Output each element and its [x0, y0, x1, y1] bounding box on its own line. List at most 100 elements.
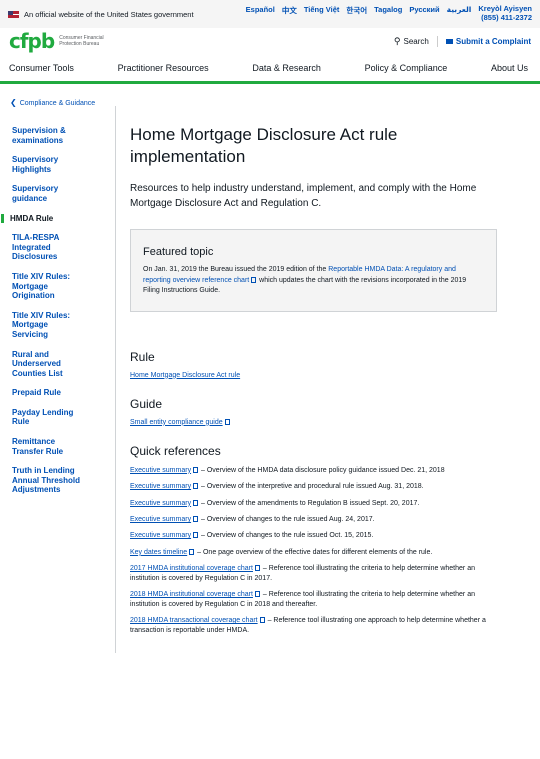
quick-ref-link[interactable]: Executive summary: [130, 516, 199, 523]
sidebar-item-payday-lending[interactable]: Payday Lending Rule: [10, 408, 86, 427]
document-icon: [193, 532, 199, 539]
sidebar-item-rural-counties[interactable]: Rural and Underserved Counties List: [10, 350, 86, 379]
guide-heading: Guide: [130, 396, 163, 411]
rule-link[interactable]: Home Mortgage Disclosure Act rule: [130, 372, 240, 379]
quick-references-section: Quick references Executive summary – Ove…: [130, 444, 497, 635]
guide-link[interactable]: Small entity compliance guide: [130, 418, 231, 426]
list-item: Executive summary – Overview of the inte…: [130, 482, 497, 491]
complaint-label: Submit a Complaint: [455, 36, 531, 46]
lang-link-spanish[interactable]: Español: [246, 5, 275, 14]
quick-ref-link[interactable]: Key dates timeline: [130, 548, 195, 556]
header-actions: ⚲ Search Submit a Complaint: [393, 35, 531, 47]
list-item: Executive summary – Overview of the HMDA…: [130, 466, 497, 475]
lang-link-arabic[interactable]: العربية: [447, 5, 472, 14]
lang-link-tagalog[interactable]: Tagalog: [374, 5, 402, 14]
page-layout: Supervision & examinations Supervisory H…: [0, 106, 540, 653]
sidebar-item-supervision[interactable]: Supervision & examinations: [10, 126, 86, 145]
quick-ref-link-label: Executive summary: [130, 516, 192, 523]
logo-text-line2: Protection Bureau: [59, 41, 100, 47]
sidebar-item-hmda-rule[interactable]: HMDA Rule: [1, 213, 86, 224]
quick-ref-desc: – Overview of changes to the rule issued…: [199, 532, 374, 540]
quick-ref-link-label: 2018 HMDA institutional coverage chart: [130, 591, 253, 599]
document-icon: [224, 418, 230, 425]
submit-complaint-button[interactable]: Submit a Complaint: [445, 36, 531, 46]
lang-link-vietnamese[interactable]: Tiếng Việt: [304, 5, 340, 14]
page-lead: Resources to help industry understand, i…: [130, 183, 477, 209]
list-item: Executive summary – Overview of the amen…: [130, 499, 497, 508]
quick-ref-link[interactable]: Executive summary: [130, 483, 199, 490]
document-icon: [193, 499, 199, 506]
search-label: Search: [403, 36, 429, 46]
quick-ref-link[interactable]: Executive summary: [130, 532, 199, 539]
document-icon: [259, 617, 265, 624]
rule-heading: Rule: [130, 349, 155, 364]
phone-number: (855) 411-2372: [481, 13, 532, 22]
quick-ref-link-label: 2017 HMDA institutional coverage chart: [130, 565, 253, 573]
quick-ref-link-label: Executive summary: [130, 532, 192, 540]
quick-references-heading: Quick references: [130, 443, 221, 458]
sidebar-item-mortgage-servicing[interactable]: Title XIV Rules: Mortgage Servicing: [10, 311, 86, 340]
nav-item-policy-compliance[interactable]: Policy & Compliance: [365, 63, 448, 73]
sidebar: Supervision & examinations Supervisory H…: [0, 106, 96, 653]
quick-ref-link-label: Key dates timeline: [130, 548, 188, 556]
quick-ref-desc: – Overview of the interpretive and proce…: [199, 483, 424, 491]
sidebar-item-supervisory-highlights[interactable]: Supervisory Highlights: [10, 155, 86, 174]
lang-link-korean[interactable]: 한국어: [346, 5, 367, 16]
site-header: cfpb Consumer Financial Protection Burea…: [0, 28, 540, 54]
featured-topic: Featured topic On Jan. 31, 2019 the Bure…: [130, 229, 497, 312]
quick-ref-link-label: 2018 HMDA transactional coverage chart: [130, 617, 258, 625]
sidebar-item-tila-respa[interactable]: TILA-RESPA Integrated Disclosures: [10, 233, 86, 262]
main-content: Home Mortgage Disclosure Act rule implem…: [115, 106, 509, 653]
nav-item-consumer-tools[interactable]: Consumer Tools: [9, 63, 74, 73]
featured-heading: Featured topic: [143, 246, 214, 259]
quick-ref-link[interactable]: Executive summary: [130, 499, 199, 507]
quick-ref-link[interactable]: 2017 HMDA institutional coverage chart: [130, 565, 261, 572]
sidebar-item-remittance-transfer[interactable]: Remittance Transfer Rule: [10, 437, 86, 456]
lang-link-haitian-creole[interactable]: Kreyòl Ayisyen (855) 411-2372: [478, 5, 532, 22]
quick-ref-desc: – Overview of changes to the rule issued…: [199, 516, 375, 523]
logo-text: Consumer Financial Protection Bureau: [59, 35, 103, 47]
rule-section: Rule Home Mortgage Disclosure Act rule: [130, 350, 497, 379]
envelope-icon: [445, 38, 453, 44]
quick-ref-desc: – Overview of the HMDA data disclosure p…: [199, 466, 445, 474]
guide-section: Guide Small entity compliance guide: [130, 397, 497, 426]
document-icon: [189, 548, 195, 555]
nav-item-about-us[interactable]: About Us: [491, 63, 528, 73]
list-item: Key dates timeline – One page overview o…: [130, 548, 497, 557]
list-item: 2018 HMDA institutional coverage chart –…: [130, 590, 497, 609]
document-icon: [254, 591, 260, 598]
sidebar-item-mortgage-origination[interactable]: Title XIV Rules: Mortgage Origination: [10, 272, 86, 301]
featured-text: On Jan. 31, 2019 the Bureau issued the 2…: [143, 265, 484, 297]
sidebar-item-supervisory-guidance[interactable]: Supervisory guidance: [10, 184, 86, 203]
quick-ref-link-label: Executive summary: [130, 466, 192, 474]
quick-ref-link[interactable]: Executive summary: [130, 466, 199, 474]
main-nav: Consumer Tools Practitioner Resources Da…: [0, 54, 540, 84]
quick-ref-link[interactable]: 2018 HMDA transactional coverage chart: [130, 617, 266, 624]
page-title: Home Mortgage Disclosure Act rule implem…: [130, 125, 398, 167]
search-button[interactable]: ⚲ Search: [393, 35, 438, 47]
gov-banner-text: An official website of the United States…: [24, 9, 194, 19]
guide-link-label: Small entity compliance guide: [130, 418, 223, 426]
logo-mark: cfpb: [9, 29, 55, 53]
quick-ref-desc: – One page overview of the effective dat…: [195, 548, 433, 556]
list-item: 2017 HMDA institutional coverage chart –…: [130, 564, 497, 583]
nav-item-data-research[interactable]: Data & Research: [252, 63, 321, 73]
list-item: 2018 HMDA transactional coverage chart –…: [130, 616, 497, 635]
sidebar-item-truth-in-lending[interactable]: Truth in Lending Annual Threshold Adjust…: [10, 466, 86, 495]
document-icon: [254, 565, 260, 572]
quick-ref-link-label: Executive summary: [130, 483, 192, 491]
cfpb-logo[interactable]: cfpb Consumer Financial Protection Burea…: [9, 29, 104, 53]
lang-link-chinese[interactable]: 中文: [282, 5, 297, 16]
lang-link-russian[interactable]: Русский: [409, 5, 439, 14]
nav-item-practitioner-resources[interactable]: Practitioner Resources: [118, 63, 209, 73]
gov-banner: An official website of the United States…: [0, 0, 540, 28]
us-flag-icon: [8, 10, 19, 18]
document-icon: [193, 516, 199, 522]
sidebar-item-prepaid-rule[interactable]: Prepaid Rule: [10, 388, 86, 398]
quick-ref-desc: – Overview of the amendments to Regulati…: [199, 499, 420, 507]
list-item: Executive summary – Overview of changes …: [130, 515, 497, 524]
quick-ref-link-label: Executive summary: [130, 499, 192, 507]
list-item: Executive summary – Overview of changes …: [130, 531, 497, 540]
search-icon: ⚲: [393, 35, 401, 46]
quick-ref-link[interactable]: 2018 HMDA institutional coverage chart: [130, 591, 261, 598]
